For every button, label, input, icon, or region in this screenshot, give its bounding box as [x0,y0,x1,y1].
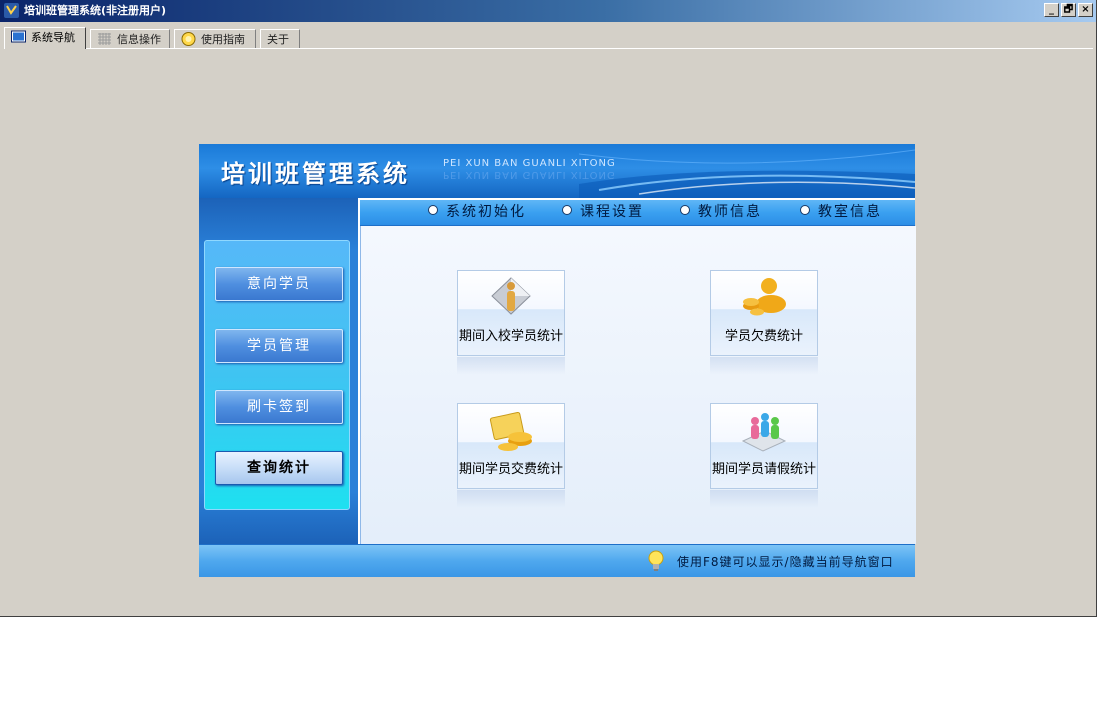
card-payment-stats[interactable]: 期间学员交费统计 [457,403,565,508]
sidebar: 意向学员 学员管理 刷卡签到 查询统计 [199,198,358,544]
radio-circle-icon [562,205,572,215]
nav-item-classroom-info[interactable]: 教室信息 [800,203,882,221]
app-icon [4,3,19,18]
card-reflection [710,357,818,375]
banner-swirl-decoration [579,149,915,198]
sidebar-button-group: 意向学员 学员管理 刷卡签到 查询统计 [204,240,350,510]
card-reflection [710,490,818,508]
card-leave-stats[interactable]: 期间学员请假统计 [710,403,818,508]
minimize-button[interactable]: _ [1044,3,1059,17]
nav-item-label: 课程设置 [580,204,644,220]
sidebar-button-prospective-students[interactable]: 意向学员 [215,267,343,301]
banner-title: 培训班管理系统 [221,160,410,188]
sidebar-button-query-stats[interactable]: 查询统计 [215,451,343,485]
tab-info-ops[interactable]: 信息操作 [90,29,170,48]
payment-icon [489,411,532,451]
radio-circle-icon [680,205,690,215]
coins-person-icon [743,278,786,316]
card-label: 期间学员请假统计 [711,462,816,477]
nav-item-label: 系统初始化 [446,204,526,220]
people-group-icon [741,413,787,452]
top-nav-bar: 系统初始化 课程设置 教师信息 教室信息 [360,200,915,226]
navigation-panel: 培训班管理系统 PEI XUN BAN GUANLI XITONG PEI XU… [199,144,916,577]
restore-button[interactable]: 🗗 [1061,3,1076,17]
banner-subtitle: PEI XUN BAN GUANLI XITONG [443,158,616,169]
window-title: 培训班管理系统(非注册用户) [24,4,167,17]
card-label: 期间学员交费统计 [458,462,563,477]
nav-item-system-init[interactable]: 系统初始化 [428,203,526,221]
banner: 培训班管理系统 PEI XUN BAN GUANLI XITONG PEI XU… [199,144,915,198]
monitor-icon [11,30,26,43]
close-button[interactable]: × [1078,3,1093,17]
tab-about[interactable]: 关于 [260,29,300,48]
sidebar-button-student-management[interactable]: 学员管理 [215,329,343,363]
nav-item-course-setup[interactable]: 课程设置 [562,203,644,221]
card-label: 学员欠费统计 [724,329,803,344]
tab-label: 使用指南 [201,33,245,46]
person-diamond-icon [491,277,531,315]
lightbulb-icon [648,550,664,571]
grid-icon [98,33,111,45]
card-reflection [457,357,565,375]
tab-label: 信息操作 [117,33,161,46]
nav-item-label: 教室信息 [818,204,882,220]
card-arrears-stats[interactable]: 学员欠费统计 [710,270,818,375]
sidebar-button-card-checkin[interactable]: 刷卡签到 [215,390,343,424]
nav-item-label: 教师信息 [698,204,762,220]
banner-subtitle-reflection: PEI XUN BAN GUANLI XITONG [443,169,616,180]
nav-item-teacher-info[interactable]: 教师信息 [680,203,762,221]
tab-label: 系统导航 [31,31,75,44]
tab-guide[interactable]: 使用指南 [174,29,256,48]
tab-system-nav[interactable]: 系统导航 [4,27,86,49]
content-area: 期间入校学员统计 学员欠费统计 期间学员交费统计 期间学员请假统计 [360,226,916,544]
guide-icon [181,32,196,46]
tab-label: 关于 [267,33,289,46]
card-label: 期间入校学员统计 [458,329,563,344]
radio-circle-icon [428,205,438,215]
title-bar[interactable]: 培训班管理系统(非注册用户) _ 🗗 × [0,0,1096,22]
card-reflection [457,490,565,508]
radio-circle-icon [800,205,810,215]
status-bar: 使用F8键可以显示/隐藏当前导航窗口 [199,544,915,577]
card-enrollment-stats[interactable]: 期间入校学员统计 [457,270,565,375]
status-tip-text: 使用F8键可以显示/隐藏当前导航窗口 [677,555,894,569]
